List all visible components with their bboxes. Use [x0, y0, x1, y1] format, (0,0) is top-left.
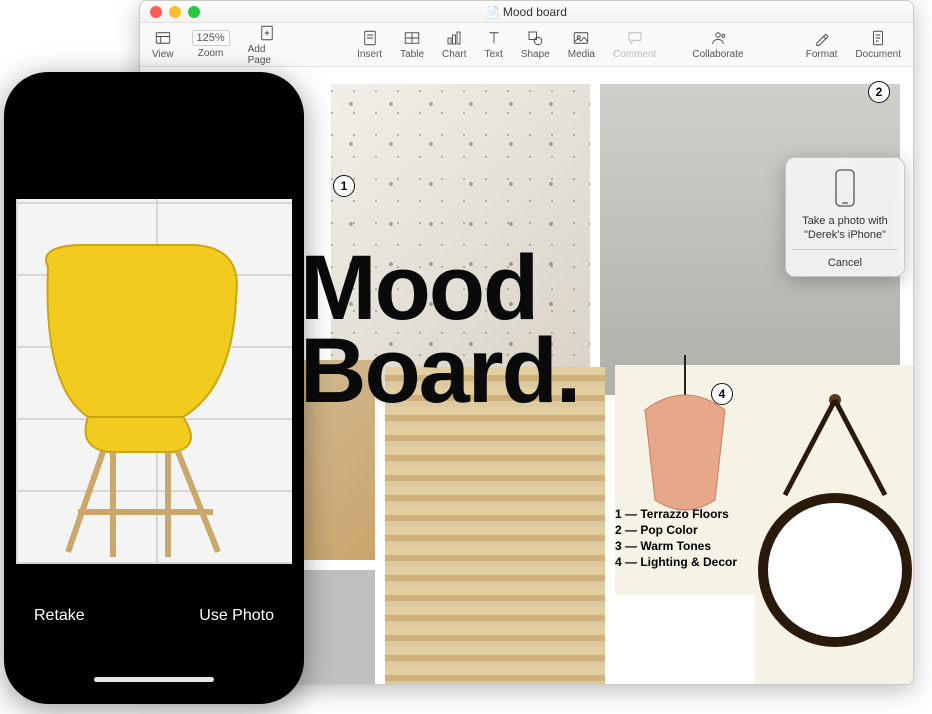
camera-bottom-bar: Retake Use Photo [16, 567, 292, 692]
legend-item-4: 4 — Lighting & Decor [615, 555, 737, 569]
zoom-label: Zoom [198, 48, 224, 59]
image-mirror[interactable] [755, 365, 913, 684]
iphone-icon [832, 168, 858, 208]
shape-label: Shape [521, 49, 550, 60]
add-page-button[interactable]: Add Page [248, 24, 286, 66]
view-button[interactable]: View [152, 29, 174, 60]
use-photo-button[interactable]: Use Photo [199, 607, 274, 625]
zoom-window-button[interactable] [188, 6, 200, 18]
legend-item-3: 3 — Warm Tones [615, 539, 737, 553]
insert-label: Insert [357, 49, 382, 60]
chart-button[interactable]: Chart [442, 29, 466, 60]
popover-message: Take a photo with "Derek's iPhone" [794, 215, 896, 243]
iphone-screen: Retake Use Photo [16, 84, 292, 692]
table-label: Table [400, 49, 424, 60]
media-label: Media [568, 49, 595, 60]
zoom-value[interactable]: 125% [192, 30, 230, 46]
headline-line-2: Board. [300, 320, 579, 422]
continuity-camera-popover: Take a photo with "Derek's iPhone" Cance… [785, 157, 905, 277]
table-button[interactable]: Table [400, 29, 424, 60]
collaborate-button[interactable]: Collaborate [692, 29, 743, 60]
home-indicator[interactable] [94, 677, 214, 682]
callout-1[interactable]: 1 [333, 175, 355, 197]
document-button[interactable]: Document [855, 29, 901, 60]
view-label: View [152, 49, 174, 60]
minimize-window-button[interactable] [169, 6, 181, 18]
close-window-button[interactable] [150, 6, 162, 18]
media-button[interactable]: Media [568, 29, 595, 60]
titlebar[interactable]: Mood board [140, 1, 913, 23]
window-title: Mood board [207, 5, 846, 19]
format-button[interactable]: Format [806, 29, 838, 60]
notch [84, 84, 224, 110]
collaborate-label: Collaborate [692, 49, 743, 60]
add-page-label: Add Page [248, 44, 286, 66]
yellow-chair-icon [18, 237, 258, 557]
document-label: Document [855, 49, 901, 60]
retake-button[interactable]: Retake [34, 607, 85, 625]
camera-viewfinder[interactable] [16, 199, 292, 564]
callout-2[interactable]: 2 [868, 81, 890, 103]
insert-button[interactable]: Insert [357, 29, 382, 60]
text-button[interactable]: Text [484, 29, 502, 60]
toolbar: View 125% Zoom Add Page Insert Table Cha… [140, 23, 913, 67]
text-label: Text [484, 49, 502, 60]
callout-4[interactable]: 4 [711, 383, 733, 405]
legend-item-2: 2 — Pop Color [615, 523, 737, 537]
comment-button: Comment [613, 29, 656, 60]
format-label: Format [806, 49, 838, 60]
iphone-device: Retake Use Photo [4, 72, 304, 704]
legend-item-1: 1 — Terrazzo Floors [615, 507, 737, 521]
headline-text[interactable]: Mood Board. [300, 247, 579, 413]
popover-cancel-button[interactable]: Cancel [792, 249, 898, 276]
zoom-control[interactable]: 125% Zoom [192, 30, 230, 59]
legend[interactable]: 1 — Terrazzo Floors 2 — Pop Color 3 — Wa… [615, 507, 737, 571]
chart-label: Chart [442, 49, 466, 60]
comment-label: Comment [613, 49, 656, 60]
shape-button[interactable]: Shape [521, 29, 550, 60]
